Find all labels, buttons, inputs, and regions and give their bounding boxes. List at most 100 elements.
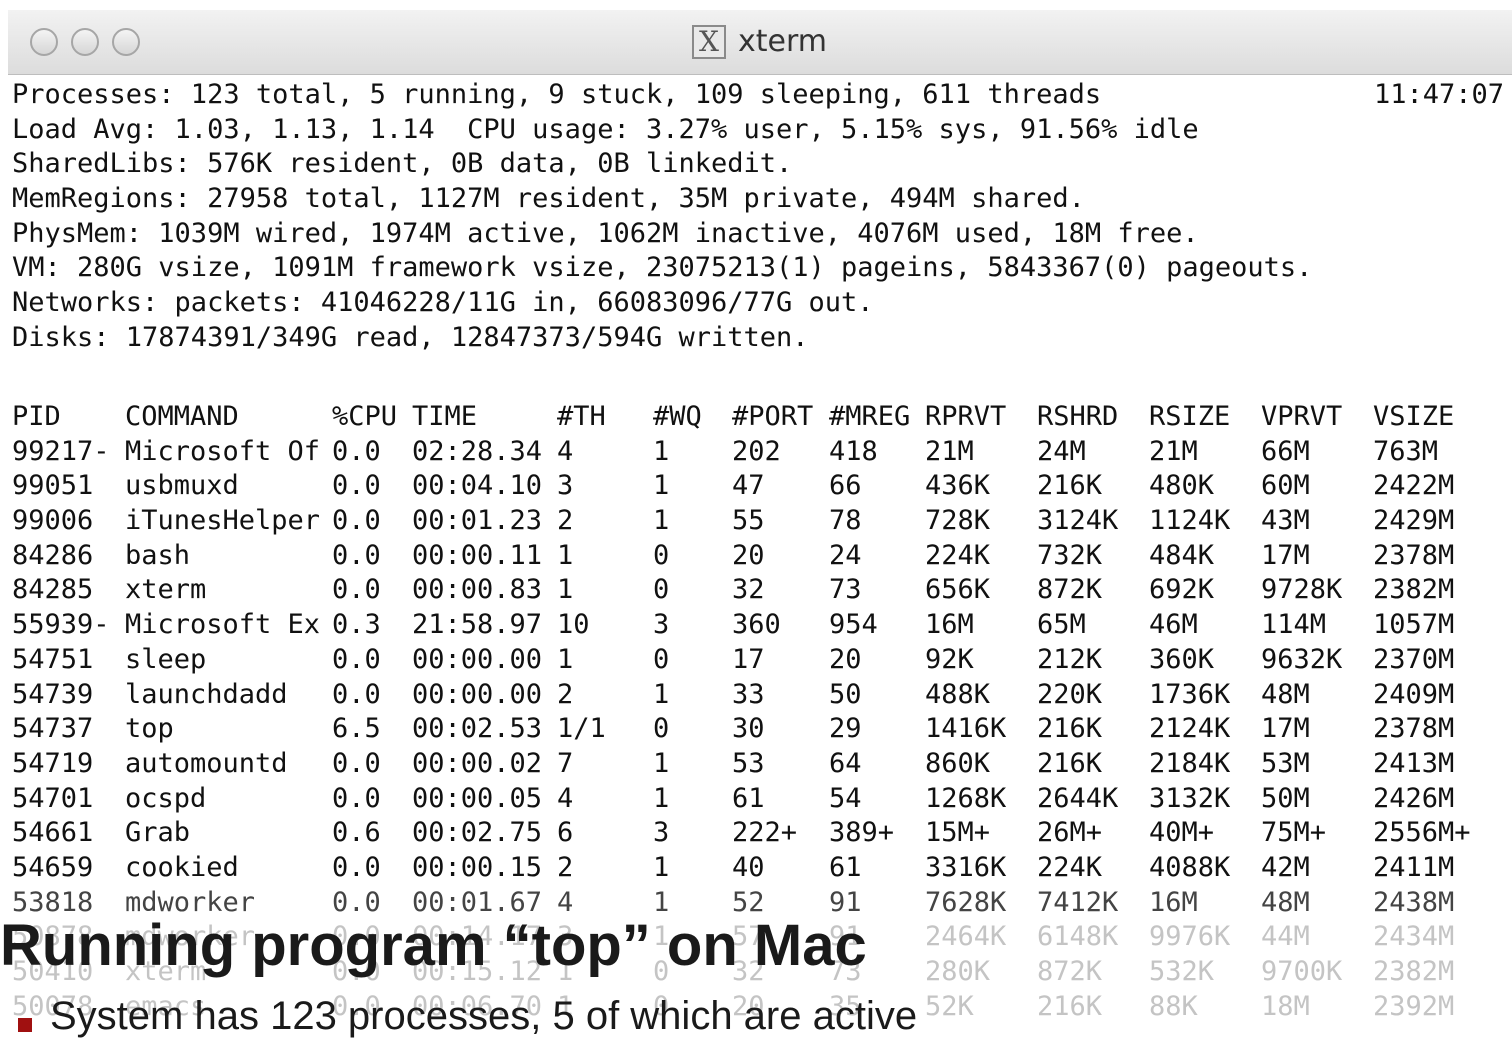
table-cell: 2438M bbox=[1373, 886, 1455, 918]
table-row: 54659 cookied 0.0 00:00.15 2 1 40 61 3316K 224K 40… bbox=[12, 851, 1512, 886]
table-cell: 216K bbox=[1037, 990, 1103, 1022]
table-cell: 389+ bbox=[829, 817, 895, 849]
table-cell: 84286 bbox=[12, 539, 94, 571]
column-header: RPRVT bbox=[925, 401, 1007, 432]
table-cell: 2370M bbox=[1373, 643, 1455, 675]
table-cell: 60M bbox=[1261, 470, 1310, 502]
table-cell: 64 bbox=[829, 747, 862, 779]
minimize-button[interactable] bbox=[71, 28, 99, 56]
table-cell: 17M bbox=[1261, 539, 1310, 571]
zoom-button[interactable] bbox=[112, 28, 140, 56]
table-cell: 0.6 bbox=[332, 817, 381, 849]
table-cell: 44M bbox=[1261, 921, 1310, 953]
table-cell: 1 bbox=[653, 435, 670, 467]
table-cell: 692K bbox=[1149, 574, 1215, 606]
table-row: 84285 xterm 0.0 00:00.83 1 0 32 73 656K 872K 692K 9… bbox=[12, 573, 1512, 608]
summary-line: VM: 280G vsize, 1091M framework vsize, 2… bbox=[12, 252, 1313, 284]
table-cell: 360 bbox=[732, 609, 781, 641]
table-cell: 418 bbox=[829, 435, 878, 467]
table-cell: 0.0 bbox=[332, 643, 381, 675]
table-cell: 20 bbox=[732, 539, 765, 571]
table-cell: 99006 bbox=[12, 505, 94, 537]
table-cell: 10 bbox=[557, 609, 590, 641]
table-cell: 2413M bbox=[1373, 747, 1455, 779]
table-cell: 656K bbox=[925, 574, 991, 606]
table-cell: 61 bbox=[829, 851, 862, 883]
column-header: VPRVT bbox=[1261, 401, 1343, 432]
table-cell: 17M bbox=[1261, 713, 1310, 745]
table-cell: 0.0 bbox=[332, 539, 381, 571]
table-cell: 9976K bbox=[1149, 921, 1231, 953]
table-cell: 55939- bbox=[12, 609, 110, 641]
table-cell: 2184K bbox=[1149, 747, 1231, 779]
column-header: RSIZE bbox=[1149, 401, 1231, 432]
table-cell: 00:00.05 bbox=[412, 782, 543, 814]
window-title: xterm bbox=[738, 24, 828, 59]
table-cell: iTunesHelper bbox=[125, 505, 321, 537]
table-row: 84286 bash 0.0 00:00.11 1 0 20 24 224K 732K 484K 17… bbox=[12, 539, 1512, 574]
column-header: TIME bbox=[412, 401, 478, 432]
table-cell: 222+ bbox=[732, 817, 798, 849]
table-cell: 0 bbox=[653, 539, 670, 571]
table-cell: 2464K bbox=[925, 921, 1007, 953]
table-cell: 53M bbox=[1261, 747, 1310, 779]
table-cell: 40 bbox=[732, 851, 765, 883]
table-cell: bash bbox=[125, 539, 191, 571]
summary-block: Processes: 123 total, 5 running, 9 stuck… bbox=[12, 78, 1512, 356]
table-cell: 3 bbox=[653, 817, 670, 849]
table-cell: 2 bbox=[557, 678, 574, 710]
table-cell: 00:00.83 bbox=[412, 574, 543, 606]
window-controls bbox=[30, 28, 140, 56]
column-header: #PORT bbox=[732, 401, 814, 432]
close-button[interactable] bbox=[30, 28, 58, 56]
table-cell: cookied bbox=[125, 851, 239, 883]
table-cell: 54751 bbox=[12, 643, 94, 675]
table-cell: sleep bbox=[125, 643, 207, 675]
table-cell: 220K bbox=[1037, 678, 1103, 710]
table-cell: 00:00.00 bbox=[412, 643, 543, 675]
table-cell: 3 bbox=[653, 609, 670, 641]
bullet-square-icon bbox=[18, 1018, 32, 1032]
table-cell: 66 bbox=[829, 470, 862, 502]
table-cell: 29 bbox=[829, 713, 862, 745]
table-cell: 47 bbox=[732, 470, 765, 502]
table-row: 54751 sleep 0.0 00:00.00 1 0 17 20 92K 212K 360K 96… bbox=[12, 643, 1512, 678]
summary-line: Load Avg: 1.03, 1.13, 1.14 CPU usage: 3.… bbox=[12, 113, 1199, 145]
table-cell: 1 bbox=[653, 782, 670, 814]
table-cell: usbmuxd bbox=[125, 470, 239, 502]
table-cell: 46M bbox=[1149, 609, 1198, 641]
table-cell: 1 bbox=[653, 470, 670, 502]
terminal-output[interactable]: 11:47:07 Processes: 123 total, 5 running… bbox=[12, 78, 1512, 1024]
table-cell: 52K bbox=[925, 990, 974, 1022]
table-cell: 4 bbox=[557, 435, 574, 467]
table-row: 99006 iTunesHelper 0.0 00:01.23 2 1 55 78 728K 31… bbox=[12, 504, 1512, 539]
table-cell: 00:02.53 bbox=[412, 713, 543, 745]
table-cell: 61 bbox=[732, 782, 765, 814]
table-cell: 6 bbox=[557, 817, 574, 849]
table-cell: 1 bbox=[653, 505, 670, 537]
table-row: 54701 ocspd 0.0 00:00.05 4 1 61 54 1268K 2644K 313… bbox=[12, 782, 1512, 817]
table-cell: 1736K bbox=[1149, 678, 1231, 710]
table-cell: 212K bbox=[1037, 643, 1103, 675]
table-cell: 484K bbox=[1149, 539, 1215, 571]
table-cell: 40M+ bbox=[1149, 817, 1215, 849]
table-cell: 54 bbox=[829, 782, 862, 814]
table-cell: 2378M bbox=[1373, 713, 1455, 745]
table-cell: 4 bbox=[557, 782, 574, 814]
table-cell: 532K bbox=[1149, 956, 1215, 987]
table-row: 54737 top 6.5 00:02.53 1/1 0 30 29 1416K 216K 2124… bbox=[12, 712, 1512, 747]
table-cell: 0 bbox=[653, 574, 670, 606]
table-cell: 00:02.75 bbox=[412, 817, 543, 849]
slide-title: Running program “top” on Mac bbox=[0, 913, 867, 978]
table-cell: 0.0 bbox=[332, 574, 381, 606]
column-header: %CPU bbox=[332, 401, 398, 432]
table-cell: 224K bbox=[925, 539, 991, 571]
table-row: 54661 Grab 0.6 00:02.75 6 3 222+ 389+ 15M+ 26M+ 40… bbox=[12, 816, 1512, 851]
table-cell: 224K bbox=[1037, 851, 1103, 883]
table-row: 99051 usbmuxd 0.0 00:04.10 3 1 47 66 436K 216K 480… bbox=[12, 469, 1512, 504]
table-cell: 3 bbox=[557, 470, 574, 502]
table-cell: 54659 bbox=[12, 851, 94, 883]
title-bar[interactable]: X xterm bbox=[8, 10, 1512, 75]
column-header: RSHRD bbox=[1037, 401, 1119, 432]
table-cell: Microsoft Of bbox=[125, 435, 321, 467]
